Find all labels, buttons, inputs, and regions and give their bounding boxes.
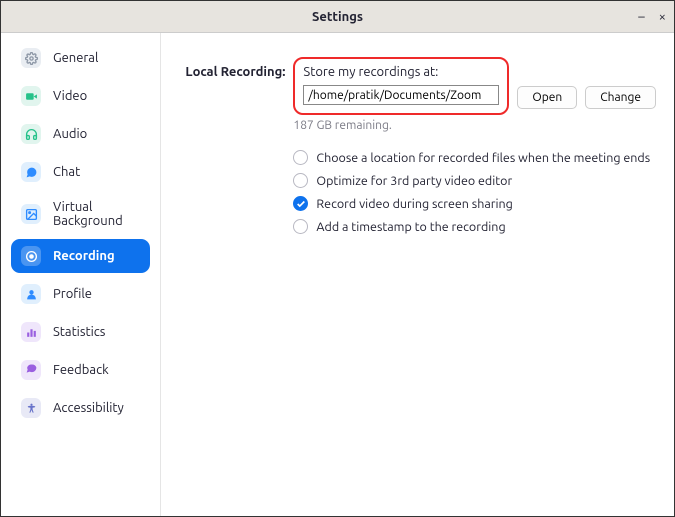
titlebar: Settings – × — [1, 1, 674, 33]
store-label: Store my recordings at: — [303, 65, 499, 79]
checkbox-icon — [293, 150, 308, 165]
accessibility-icon — [21, 398, 41, 418]
recording-path-input[interactable] — [303, 85, 499, 105]
recording-icon — [21, 246, 41, 266]
option-label: Optimize for 3rd party video editor — [316, 174, 512, 188]
sidebar-item-recording[interactable]: Recording — [11, 239, 150, 273]
video-icon — [21, 86, 41, 106]
option-label: Add a timestamp to the recording — [316, 220, 505, 234]
sidebar-item-label: Chat — [53, 165, 80, 179]
sidebar-item-accessibility[interactable]: Accessibility — [11, 391, 150, 425]
checkbox-icon — [293, 219, 308, 234]
sidebar-item-audio[interactable]: Audio — [11, 117, 150, 151]
sidebar-item-label: General — [53, 51, 98, 65]
statistics-icon — [21, 322, 41, 342]
checkbox-checked-icon — [293, 196, 308, 211]
close-icon[interactable]: × — [659, 10, 666, 24]
virtual-background-icon — [21, 204, 41, 224]
checkbox-icon — [293, 173, 308, 188]
sidebar-item-virtual-background[interactable]: Virtual Background — [11, 193, 150, 235]
highlight-box: Store my recordings at: — [293, 57, 509, 115]
open-button[interactable]: Open — [517, 86, 577, 109]
option-choose-location[interactable]: Choose a location for recorded files whe… — [293, 150, 656, 165]
sidebar-item-label: Virtual Background — [53, 200, 140, 228]
option-optimize-3rd-party[interactable]: Optimize for 3rd party video editor — [293, 173, 656, 188]
sidebar-item-general[interactable]: General — [11, 41, 150, 75]
option-record-during-screenshare[interactable]: Record video during screen sharing — [293, 196, 656, 211]
sidebar-item-label: Profile — [53, 287, 92, 301]
option-label: Record video during screen sharing — [316, 197, 512, 211]
audio-icon — [21, 124, 41, 144]
profile-icon — [21, 284, 41, 304]
general-icon — [21, 48, 41, 68]
sidebar: General Video Audio Chat Virtual Backgro — [1, 33, 161, 516]
section-label: Local Recording: — [185, 57, 285, 79]
sidebar-item-label: Feedback — [53, 363, 109, 377]
sidebar-item-feedback[interactable]: Feedback — [11, 353, 150, 387]
sidebar-item-chat[interactable]: Chat — [11, 155, 150, 189]
sidebar-item-profile[interactable]: Profile — [11, 277, 150, 311]
sidebar-item-statistics[interactable]: Statistics — [11, 315, 150, 349]
sidebar-item-label: Video — [53, 89, 87, 103]
storage-remaining: 187 GB remaining. — [293, 119, 656, 132]
option-add-timestamp[interactable]: Add a timestamp to the recording — [293, 219, 656, 234]
recording-options: Choose a location for recorded files whe… — [293, 150, 656, 234]
main-panel: Local Recording: Store my recordings at:… — [161, 33, 674, 516]
option-label: Choose a location for recorded files whe… — [316, 151, 650, 165]
change-button[interactable]: Change — [585, 86, 656, 109]
sidebar-item-label: Accessibility — [53, 401, 124, 415]
sidebar-item-label: Statistics — [53, 325, 105, 339]
chat-icon — [21, 162, 41, 182]
sidebar-item-video[interactable]: Video — [11, 79, 150, 113]
sidebar-item-label: Recording — [53, 249, 115, 263]
feedback-icon — [21, 360, 41, 380]
minimize-icon[interactable]: – — [638, 10, 644, 24]
sidebar-item-label: Audio — [53, 127, 87, 141]
window-title: Settings — [312, 10, 363, 24]
